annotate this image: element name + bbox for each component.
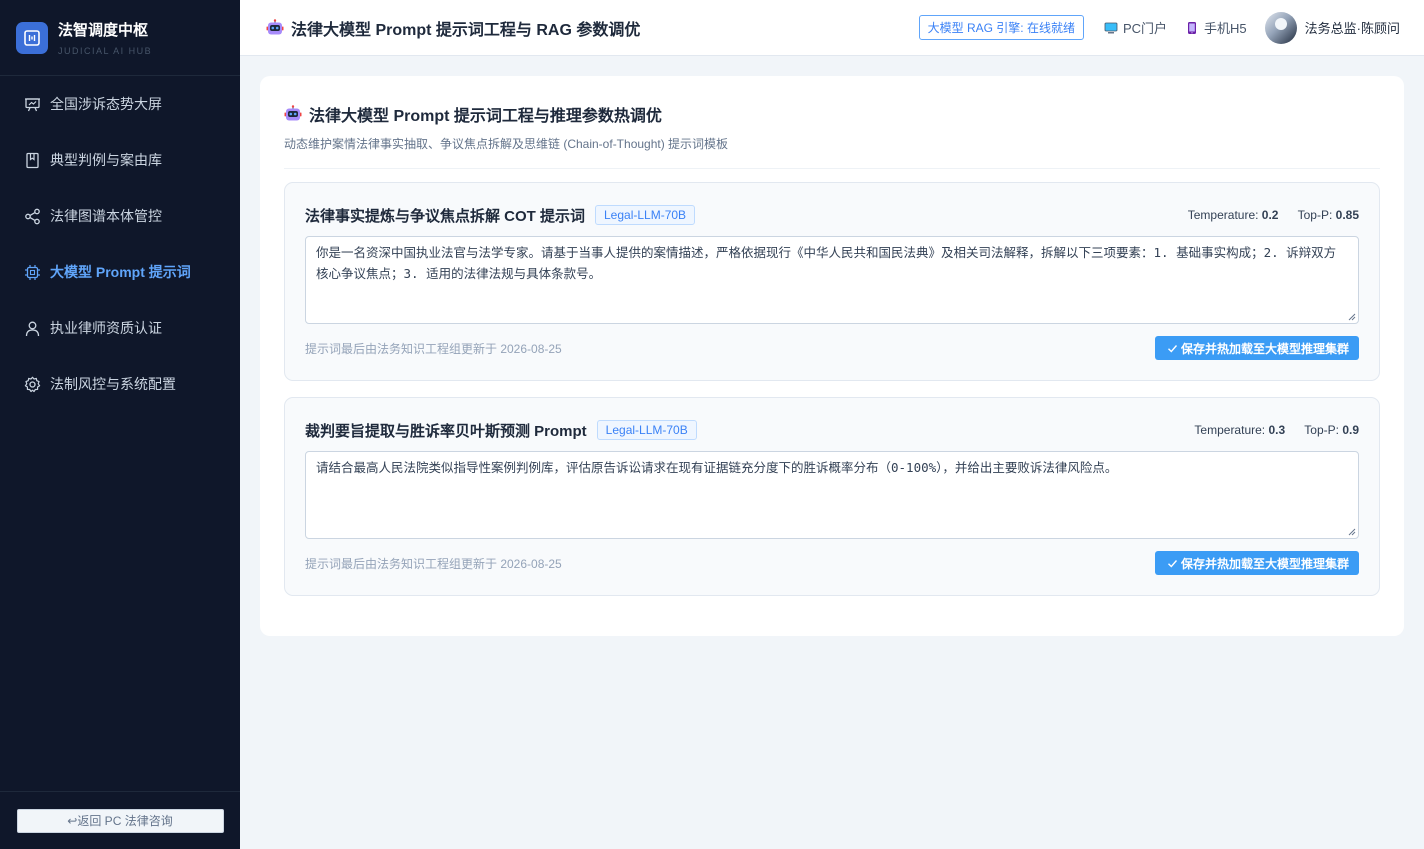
pc-portal-link[interactable]: PC门户 [1104, 18, 1167, 37]
prompt-text: 你是一名资深中国执业法官与法学专家。请基于当事人提供的案情描述，严格依据现行《中… [316, 245, 1337, 281]
save-button-label: 保存并热加载至大模型推理集群 [1180, 556, 1349, 571]
mobile-h5-link[interactable]: 手机H5 [1185, 18, 1247, 37]
top-header: 法律大模型 Prompt 提示词工程与 RAG 参数调优 大模型 RAG 引擎:… [240, 0, 1424, 56]
divider [284, 168, 1380, 169]
robot-icon [284, 105, 302, 123]
sidebar-item-label: 法律图谱本体管控 [50, 208, 162, 224]
temperature-label: Temperature: [1187, 208, 1259, 222]
panel-title: 法律大模型 Prompt 提示词工程与推理参数热调优 [284, 102, 1380, 126]
sidebar-item-litigation-dashboard[interactable]: 全国涉诉态势大屏 [0, 76, 240, 132]
sidebar-footer: ↩返回 PC 法律咨询 [0, 791, 240, 849]
sidebar-item-lawyer-certification[interactable]: 执业律师资质认证 [0, 300, 240, 356]
save-button-label: 保存并热加载至大模型推理集群 [1180, 341, 1349, 356]
sidebar-item-label: 典型判例与案由库 [50, 152, 162, 168]
share-icon [24, 208, 41, 225]
last-updated-text: 提示词最后由法务知识工程组更新于 2026-08-25 [305, 556, 562, 571]
last-updated-text: 提示词最后由法务知识工程组更新于 2026-08-25 [305, 341, 562, 356]
top-p-value: 0.9 [1342, 423, 1359, 437]
top-p-value: 0.85 [1335, 208, 1359, 222]
user-icon [24, 320, 41, 337]
check-icon [1167, 343, 1178, 354]
pc-portal-label: PC门户 [1122, 21, 1168, 36]
resize-handle-icon[interactable] [1348, 313, 1356, 321]
inference-params: Temperature: 0.2 Top-P: 0.85 [1188, 208, 1359, 222]
prompt-card: 裁判要旨提取与胜诉率贝叶斯预测 Prompt Legal-LLM-70B Tem… [284, 397, 1380, 596]
temperature-value: 0.3 [1268, 423, 1286, 437]
prompt-title: 法律事实提炼与争议焦点拆解 COT 提示词 [305, 207, 585, 225]
sidebar-item-label: 执业律师资质认证 [50, 320, 162, 336]
brand: 法智调度中枢 JUDICIAL AI HUB [0, 0, 240, 76]
prompt-text: 请结合最高人民法院类似指导性案例判例库，评估原告诉讼请求在现有证据链充分度下的胜… [316, 460, 1118, 475]
prompt-title: 裁判要旨提取与胜诉率贝叶斯预测 Prompt [305, 422, 587, 440]
robot-icon [266, 18, 284, 37]
sidebar-item-risk-settings[interactable]: 法制风控与系统配置 [0, 356, 240, 412]
sidebar-item-label: 全国涉诉态势大屏 [50, 96, 162, 112]
mobile-phone-icon [1185, 21, 1199, 35]
page-title: 法律大模型 Prompt 提示词工程与 RAG 参数调优 [266, 16, 640, 40]
prompt-textarea[interactable]: 请结合最高人民法院类似指导性案例判例库，评估原告诉讼请求在现有证据链充分度下的胜… [305, 451, 1359, 539]
top-p-label: Top-P: [1304, 423, 1339, 437]
panel-title-text: 法律大模型 Prompt 提示词工程与推理参数热调优 [309, 108, 662, 125]
cpu-icon [24, 264, 41, 281]
inference-params: Temperature: 0.3 Top-P: 0.9 [1194, 423, 1359, 437]
temperature-label: Temperature: [1194, 423, 1266, 437]
sidebar-item-case-library[interactable]: 典型判例与案由库 [0, 132, 240, 188]
engine-status-badge: 大模型 RAG 引擎: 在线就绪 [918, 15, 1084, 40]
sidebar-nav: 全国涉诉态势大屏 典型判例与案由库 法律图谱本体管控 大模型 Prompt 提示… [0, 76, 240, 412]
sidebar-item-knowledge-graph[interactable]: 法律图谱本体管控 [0, 188, 240, 244]
sidebar: 法智调度中枢 JUDICIAL AI HUB 全国涉诉态势大屏 典型判例与案由库… [0, 0, 240, 849]
check-icon [1167, 558, 1178, 569]
save-hot-reload-button[interactable]: 保存并热加载至大模型推理集群 [1154, 336, 1359, 360]
header-title-text: 法律大模型 Prompt 提示词工程与 RAG 参数调优 [291, 21, 641, 39]
model-tag: Legal-LLM-70B [595, 205, 696, 225]
gear-icon [24, 376, 41, 393]
brand-subtitle: JUDICIAL AI HUB [58, 46, 153, 56]
mobile-h5-label: 手机H5 [1204, 21, 1247, 36]
temperature-value: 0.2 [1261, 208, 1279, 222]
sidebar-item-label: 法制风控与系统配置 [50, 376, 176, 392]
header-actions: 大模型 RAG 引擎: 在线就绪 PC门户 手机H5 法务总监·陈顾问 [918, 11, 1400, 44]
brand-logo-icon [16, 21, 48, 54]
prompt-card: 法律事实提炼与争议焦点拆解 COT 提示词 Legal-LLM-70B Temp… [284, 182, 1380, 381]
sidebar-item-llm-prompt[interactable]: 大模型 Prompt 提示词 [0, 244, 240, 300]
presentation-icon [24, 96, 41, 113]
resize-handle-icon[interactable] [1348, 528, 1356, 536]
brand-title: 法智调度中枢 [58, 22, 149, 39]
model-tag: Legal-LLM-70B [596, 420, 697, 440]
prompt-management-panel: 法律大模型 Prompt 提示词工程与推理参数热调优 动态维护案情法律事实抽取、… [260, 76, 1404, 636]
desktop-icon [1104, 21, 1118, 35]
prompt-textarea[interactable]: 你是一名资深中国执业法官与法学专家。请基于当事人提供的案情描述，严格依据现行《中… [305, 236, 1359, 324]
book-icon [24, 152, 41, 169]
back-to-pc-button[interactable]: ↩返回 PC 法律咨询 [16, 808, 224, 833]
save-hot-reload-button[interactable]: 保存并热加载至大模型推理集群 [1154, 551, 1359, 575]
user-name: 法务总监·陈顾问 [1304, 21, 1400, 36]
sidebar-item-label: 大模型 Prompt 提示词 [50, 264, 191, 280]
top-p-label: Top-P: [1297, 208, 1333, 222]
avatar[interactable] [1264, 11, 1297, 44]
panel-subtitle: 动态维护案情法律事实抽取、争议焦点拆解及思维链 (Chain-of-Though… [284, 137, 729, 151]
